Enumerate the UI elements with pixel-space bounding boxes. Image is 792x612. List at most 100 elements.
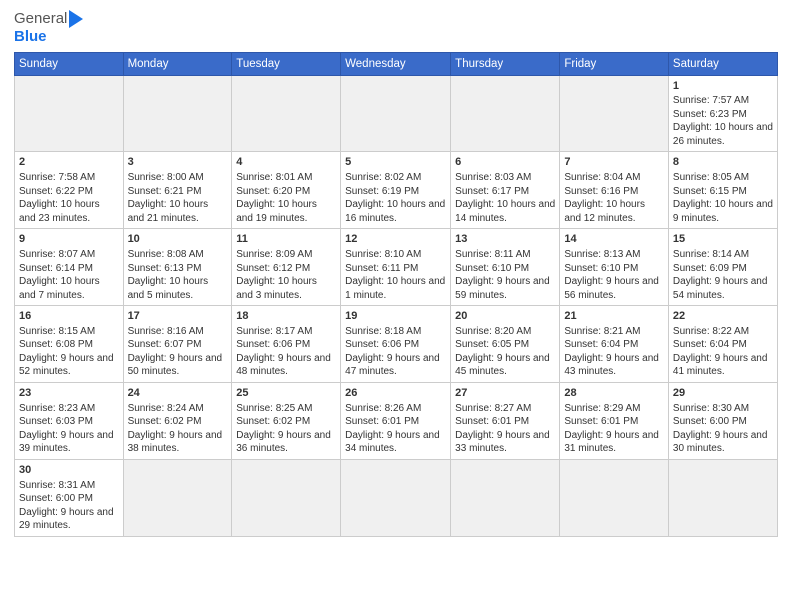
day-info: Sunrise: 8:26 AM Sunset: 6:01 PM Dayligh…	[345, 403, 440, 455]
calendar-cell: 18 Sunrise: 8:17 AM Sunset: 6:06 PM Dayli…	[232, 306, 341, 383]
logo: General Blue	[14, 10, 83, 46]
day-info: Sunrise: 8:25 AM Sunset: 6:02 PM Dayligh…	[236, 403, 331, 455]
day-info: Sunrise: 8:31 AM Sunset: 6:00 PM Dayligh…	[19, 480, 114, 532]
day-info: Sunrise: 8:13 AM Sunset: 6:10 PM Dayligh…	[564, 249, 659, 301]
calendar-header-friday: Friday	[560, 52, 669, 75]
day-info: Sunrise: 8:05 AM Sunset: 6:15 PM Dayligh…	[673, 172, 773, 224]
day-number: 10	[128, 232, 228, 247]
logo-triangle-icon	[69, 10, 83, 28]
calendar-cell: 7 Sunrise: 8:04 AM Sunset: 6:16 PM Daylig…	[560, 152, 669, 229]
calendar-week-1: 2 Sunrise: 7:58 AM Sunset: 6:22 PM Daylig…	[15, 152, 778, 229]
calendar-week-5: 30 Sunrise: 8:31 AM Sunset: 6:00 PM Dayli…	[15, 459, 778, 536]
day-number: 28	[564, 386, 664, 401]
calendar-cell: 13Sunrise: 8:11 AM Sunset: 6:10 PM Dayli…	[451, 229, 560, 306]
calendar-cell: 9Sunrise: 8:07 AM Sunset: 6:14 PM Daylig…	[15, 229, 124, 306]
calendar-cell: 24 Sunrise: 8:24 AM Sunset: 6:02 PM Dayli…	[123, 382, 232, 459]
calendar-cell	[15, 75, 124, 152]
calendar: SundayMondayTuesdayWednesdayThursdayFrid…	[14, 52, 778, 537]
calendar-cell: 3 Sunrise: 8:00 AM Sunset: 6:21 PM Daylig…	[123, 152, 232, 229]
calendar-cell	[232, 75, 341, 152]
logo-general: General	[14, 11, 67, 28]
calendar-cell	[451, 459, 560, 536]
day-info: Sunrise: 8:17 AM Sunset: 6:06 PM Dayligh…	[236, 326, 331, 378]
calendar-cell: 15Sunrise: 8:14 AM Sunset: 6:09 PM Dayli…	[668, 229, 777, 306]
calendar-cell	[451, 75, 560, 152]
calendar-cell	[123, 459, 232, 536]
day-number: 30	[19, 463, 119, 478]
day-number: 16	[19, 309, 119, 324]
day-info: Sunrise: 8:15 AM Sunset: 6:08 PM Dayligh…	[19, 326, 114, 378]
calendar-cell	[232, 459, 341, 536]
day-info: Sunrise: 7:57 AM Sunset: 6:23 PM Dayligh…	[673, 95, 773, 147]
day-number: 23	[19, 386, 119, 401]
day-number: 21	[564, 309, 664, 324]
calendar-cell	[341, 459, 451, 536]
day-info: Sunrise: 8:00 AM Sunset: 6:21 PM Dayligh…	[128, 172, 209, 224]
calendar-cell: 1Sunrise: 7:57 AM Sunset: 6:23 PM Daylig…	[668, 75, 777, 152]
day-number: 2	[19, 155, 119, 170]
calendar-week-4: 23 Sunrise: 8:23 AM Sunset: 6:03 PM Dayli…	[15, 382, 778, 459]
calendar-cell: 20Sunrise: 8:20 AM Sunset: 6:05 PM Dayli…	[451, 306, 560, 383]
day-number: 6	[455, 155, 555, 170]
calendar-week-3: 16 Sunrise: 8:15 AM Sunset: 6:08 PM Dayli…	[15, 306, 778, 383]
day-number: 1	[673, 79, 773, 94]
calendar-header-monday: Monday	[123, 52, 232, 75]
calendar-header-sunday: Sunday	[15, 52, 124, 75]
day-number: 9	[19, 232, 119, 247]
day-number: 22	[673, 309, 773, 324]
calendar-cell: 11Sunrise: 8:09 AM Sunset: 6:12 PM Dayli…	[232, 229, 341, 306]
calendar-cell: 16 Sunrise: 8:15 AM Sunset: 6:08 PM Dayli…	[15, 306, 124, 383]
day-info: Sunrise: 8:02 AM Sunset: 6:19 PM Dayligh…	[345, 172, 445, 224]
day-info: Sunrise: 8:23 AM Sunset: 6:03 PM Dayligh…	[19, 403, 114, 455]
day-number: 25	[236, 386, 336, 401]
calendar-cell: 28Sunrise: 8:29 AM Sunset: 6:01 PM Dayli…	[560, 382, 669, 459]
day-number: 26	[345, 386, 446, 401]
day-number: 7	[564, 155, 664, 170]
day-number: 3	[128, 155, 228, 170]
day-number: 27	[455, 386, 555, 401]
calendar-cell: 10 Sunrise: 8:08 AM Sunset: 6:13 PM Dayli…	[123, 229, 232, 306]
calendar-header-wednesday: Wednesday	[341, 52, 451, 75]
day-number: 8	[673, 155, 773, 170]
calendar-cell: 17 Sunrise: 8:16 AM Sunset: 6:07 PM Dayli…	[123, 306, 232, 383]
day-info: Sunrise: 8:22 AM Sunset: 6:04 PM Dayligh…	[673, 326, 768, 378]
calendar-header-saturday: Saturday	[668, 52, 777, 75]
day-info: Sunrise: 8:09 AM Sunset: 6:12 PM Dayligh…	[236, 249, 317, 301]
calendar-cell	[123, 75, 232, 152]
calendar-cell: 21Sunrise: 8:21 AM Sunset: 6:04 PM Dayli…	[560, 306, 669, 383]
calendar-week-2: 9Sunrise: 8:07 AM Sunset: 6:14 PM Daylig…	[15, 229, 778, 306]
page: General Blue SundayMondayTuesdayWednesda…	[0, 0, 792, 612]
calendar-cell: 22 Sunrise: 8:22 AM Sunset: 6:04 PM Dayli…	[668, 306, 777, 383]
calendar-header-tuesday: Tuesday	[232, 52, 341, 75]
calendar-cell	[668, 459, 777, 536]
day-number: 14	[564, 232, 664, 247]
calendar-cell: 14 Sunrise: 8:13 AM Sunset: 6:10 PM Dayli…	[560, 229, 669, 306]
calendar-cell	[560, 459, 669, 536]
day-number: 18	[236, 309, 336, 324]
day-number: 17	[128, 309, 228, 324]
day-info: Sunrise: 8:24 AM Sunset: 6:02 PM Dayligh…	[128, 403, 223, 455]
calendar-cell: 26 Sunrise: 8:26 AM Sunset: 6:01 PM Dayli…	[341, 382, 451, 459]
calendar-cell: 27 Sunrise: 8:27 AM Sunset: 6:01 PM Dayli…	[451, 382, 560, 459]
day-info: Sunrise: 8:08 AM Sunset: 6:13 PM Dayligh…	[128, 249, 209, 301]
day-info: Sunrise: 8:27 AM Sunset: 6:01 PM Dayligh…	[455, 403, 550, 455]
calendar-cell: 4 Sunrise: 8:01 AM Sunset: 6:20 PM Daylig…	[232, 152, 341, 229]
calendar-cell: 12 Sunrise: 8:10 AM Sunset: 6:11 PM Dayli…	[341, 229, 451, 306]
calendar-header-thursday: Thursday	[451, 52, 560, 75]
logo-blue: Blue	[14, 28, 47, 45]
day-info: Sunrise: 8:20 AM Sunset: 6:05 PM Dayligh…	[455, 326, 550, 378]
day-info: Sunrise: 8:16 AM Sunset: 6:07 PM Dayligh…	[128, 326, 223, 378]
day-number: 24	[128, 386, 228, 401]
day-number: 15	[673, 232, 773, 247]
calendar-cell: 29Sunrise: 8:30 AM Sunset: 6:00 PM Dayli…	[668, 382, 777, 459]
calendar-cell: 19Sunrise: 8:18 AM Sunset: 6:06 PM Dayli…	[341, 306, 451, 383]
day-info: Sunrise: 8:04 AM Sunset: 6:16 PM Dayligh…	[564, 172, 645, 224]
day-number: 4	[236, 155, 336, 170]
day-number: 12	[345, 232, 446, 247]
day-info: Sunrise: 8:01 AM Sunset: 6:20 PM Dayligh…	[236, 172, 317, 224]
day-info: Sunrise: 8:18 AM Sunset: 6:06 PM Dayligh…	[345, 326, 440, 378]
day-info: Sunrise: 7:58 AM Sunset: 6:22 PM Dayligh…	[19, 172, 100, 224]
calendar-cell	[560, 75, 669, 152]
day-info: Sunrise: 8:10 AM Sunset: 6:11 PM Dayligh…	[345, 249, 445, 301]
calendar-body: 1Sunrise: 7:57 AM Sunset: 6:23 PM Daylig…	[15, 75, 778, 536]
